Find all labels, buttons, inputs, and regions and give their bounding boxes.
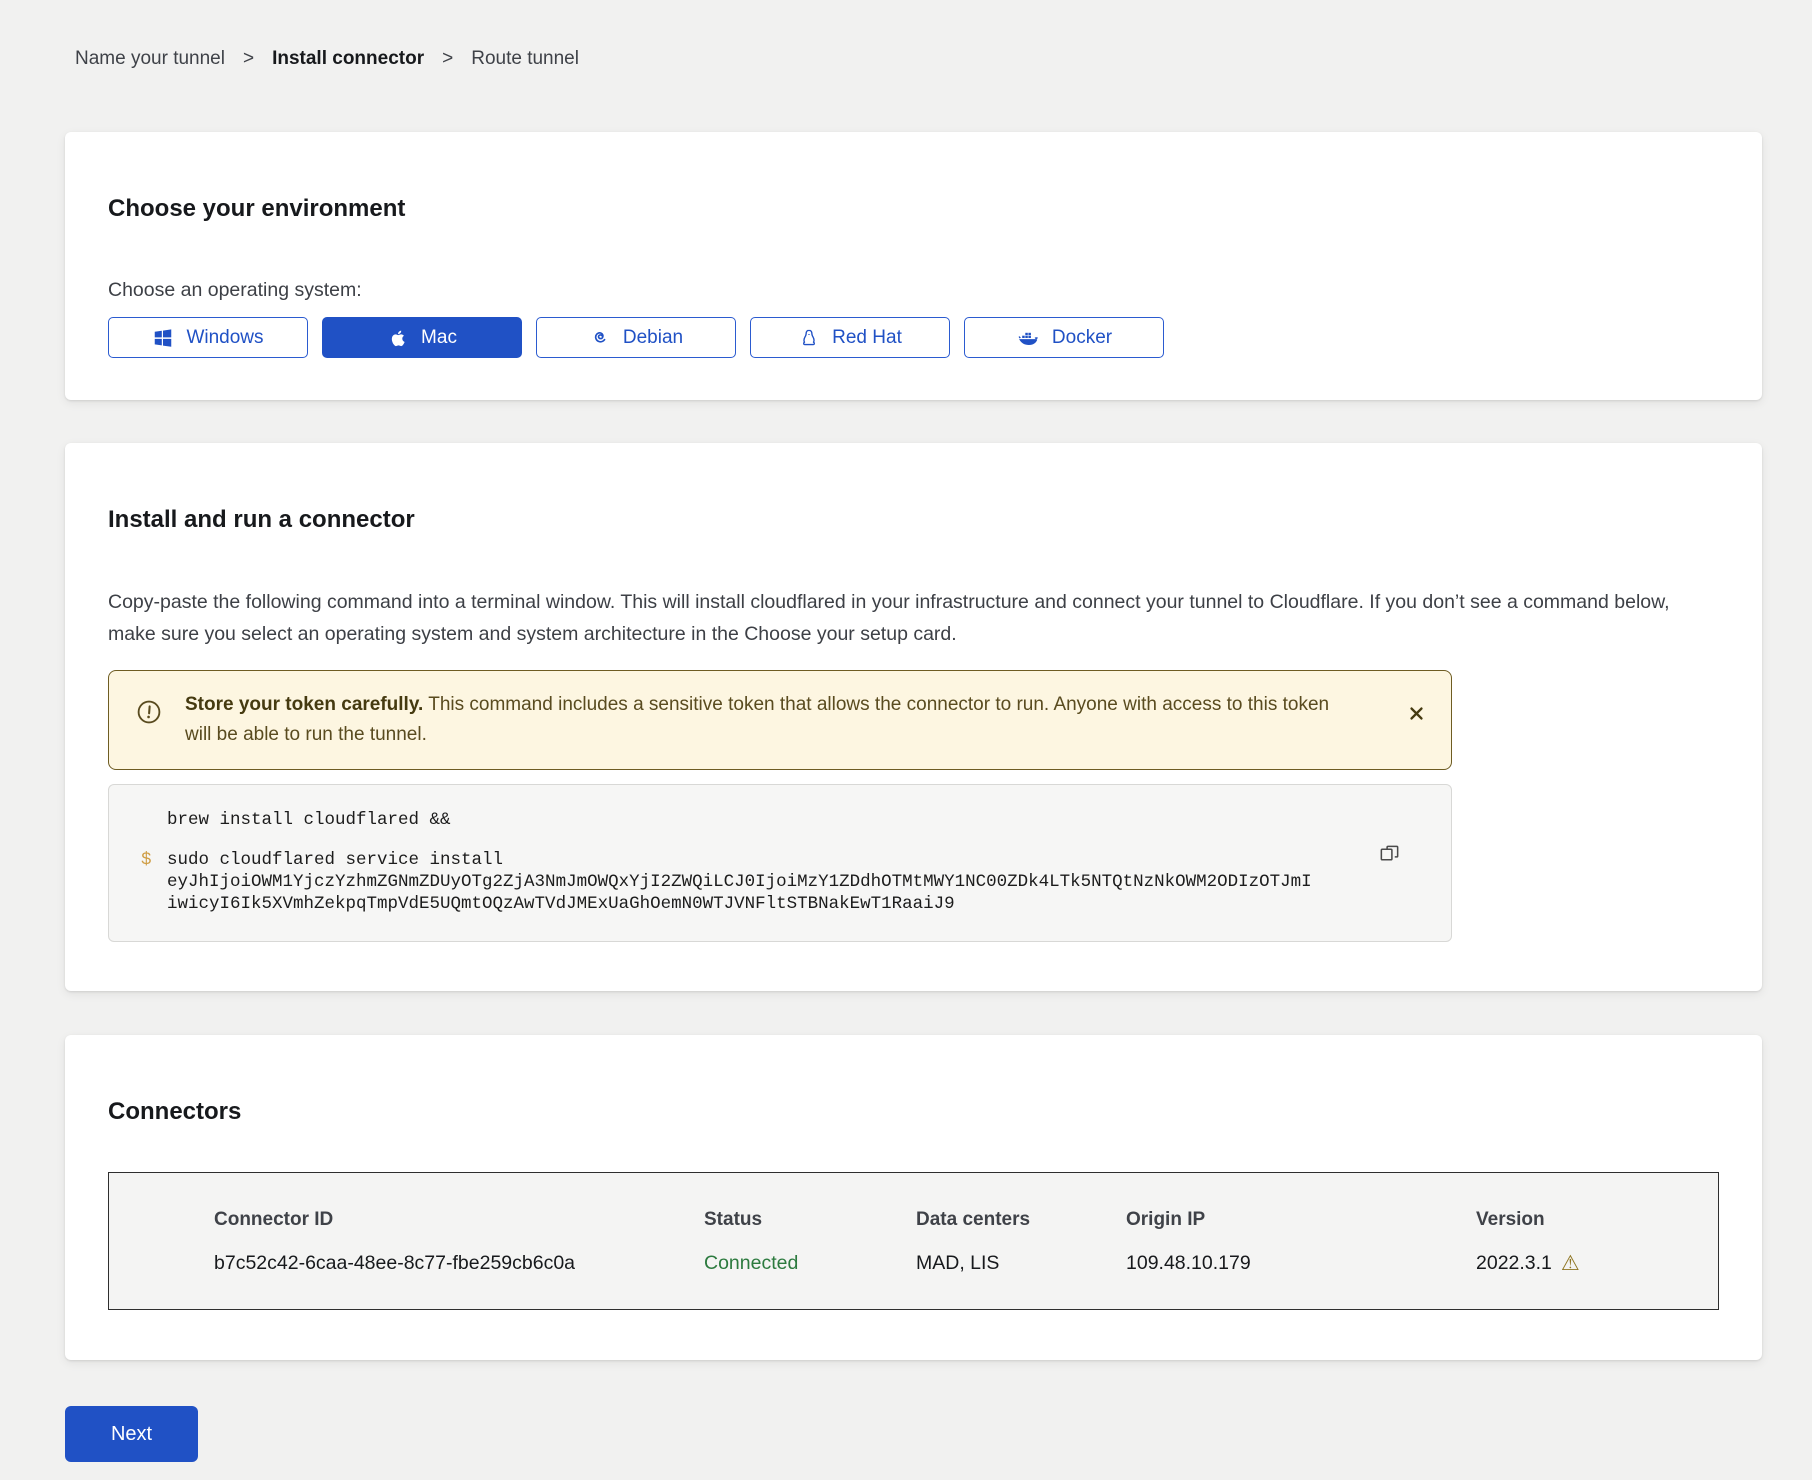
warning-bold-text: Store your token carefully. [185, 694, 423, 715]
os-button-label: Docker [1052, 327, 1112, 349]
tunnel-token-text: eyJhIjoiOWM1YjczYzhmZGNmZDUyOTg2ZjA3NmJm… [167, 871, 1317, 915]
column-header-data-centers: Data centers [916, 1209, 1126, 1231]
os-button-row: Windows Mac Debian Red Hat Docker [108, 317, 1719, 358]
connector-table-row: b7c52c42-6caa-48ee-8c77-fbe259cb6c0a Con… [214, 1252, 1698, 1275]
token-warning-banner: Store your token carefully. This command… [108, 670, 1452, 770]
breadcrumb-install-connector[interactable]: Install connector [272, 48, 424, 70]
connectors-table-header: Connector ID Status Data centers Origin … [214, 1209, 1698, 1231]
windows-logo-icon [152, 327, 174, 349]
choose-environment-card: Choose your environment Choose an operat… [65, 132, 1762, 400]
column-header-connector-id: Connector ID [214, 1209, 704, 1231]
next-button[interactable]: Next [65, 1406, 198, 1462]
copy-icon [1378, 843, 1401, 866]
os-button-label: Mac [421, 327, 457, 349]
debian-swirl-icon [589, 327, 611, 349]
docker-whale-icon [1016, 326, 1040, 350]
breadcrumb: Name your tunnel > Install connector > R… [75, 48, 579, 70]
warning-text: Store your token carefully. This command… [185, 690, 1331, 750]
warning-close-button[interactable] [1408, 705, 1425, 725]
apple-logo-icon [387, 327, 409, 349]
version-warning-triangle-icon[interactable]: ⚠ [1561, 1253, 1580, 1274]
os-button-label: Red Hat [832, 327, 902, 349]
os-button-redhat[interactable]: Red Hat [750, 317, 950, 358]
warning-circle-icon [136, 699, 162, 735]
os-button-label: Debian [623, 327, 683, 349]
install-command-code-block: brew install cloudflared && $ sudo cloud… [108, 784, 1452, 942]
close-icon [1408, 705, 1425, 722]
copy-command-button[interactable] [1378, 843, 1401, 869]
column-header-status: Status [704, 1209, 916, 1231]
os-button-mac[interactable]: Mac [322, 317, 522, 358]
data-centers-cell: MAD, LIS [916, 1252, 1126, 1275]
breadcrumb-separator: > [243, 48, 254, 70]
connectors-table: Connector ID Status Data centers Origin … [108, 1172, 1719, 1310]
breadcrumb-name-your-tunnel[interactable]: Name your tunnel [75, 48, 225, 70]
code-command-text: sudo cloudflared service install [167, 850, 503, 870]
os-button-label: Windows [186, 327, 263, 349]
breadcrumb-separator: > [442, 48, 453, 70]
environment-card-title: Choose your environment [108, 132, 1719, 223]
breadcrumb-route-tunnel[interactable]: Route tunnel [471, 48, 579, 70]
install-card-title: Install and run a connector [108, 443, 1719, 534]
connectors-card-title: Connectors [108, 1035, 1719, 1126]
shell-prompt: $ [141, 849, 152, 871]
os-button-windows[interactable]: Windows [108, 317, 308, 358]
column-header-origin-ip: Origin IP [1126, 1209, 1476, 1231]
version-cell: 2022.3.1 ⚠ [1476, 1252, 1698, 1275]
version-value: 2022.3.1 [1476, 1252, 1552, 1275]
code-line-service-install: $ sudo cloudflared service install eyJhI… [167, 849, 1361, 915]
connector-id-cell: b7c52c42-6caa-48ee-8c77-fbe259cb6c0a [214, 1252, 704, 1275]
origin-ip-cell: 109.48.10.179 [1126, 1252, 1476, 1275]
os-select-label: Choose an operating system: [108, 279, 1719, 302]
connectors-card: Connectors Connector ID Status Data cent… [65, 1035, 1762, 1360]
os-button-docker[interactable]: Docker [964, 317, 1164, 358]
status-cell: Connected [704, 1252, 916, 1275]
install-connector-card: Install and run a connector Copy-paste t… [65, 443, 1762, 991]
linux-penguin-icon [798, 327, 820, 349]
os-button-debian[interactable]: Debian [536, 317, 736, 358]
install-description: Copy-paste the following command into a … [108, 586, 1719, 650]
code-line-brew: brew install cloudflared && [167, 809, 1361, 831]
column-header-version: Version [1476, 1209, 1698, 1231]
